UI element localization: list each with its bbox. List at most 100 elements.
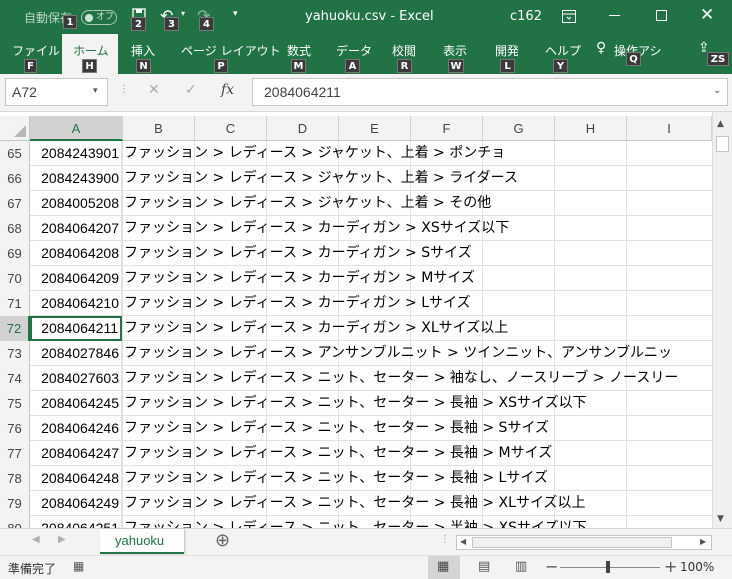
- undo-dropdown-icon[interactable]: ▾: [181, 9, 185, 18]
- cell-b[interactable]: ファッション > レディース > ジャケット、上着 > ライダース: [124, 166, 518, 191]
- cell-a[interactable]: 2084064247: [30, 441, 122, 466]
- row-header[interactable]: 78: [0, 466, 30, 491]
- column-header-A[interactable]: A: [30, 116, 123, 141]
- cell-a[interactable]: 2084064207: [30, 216, 122, 241]
- cell-a[interactable]: 2084064249: [30, 491, 122, 516]
- cell-a[interactable]: 2084064246: [30, 416, 122, 441]
- cancel-icon[interactable]: ✕: [148, 82, 160, 98]
- cell-b[interactable]: ファッション > レディース > ジャケット、上着 > その他: [124, 191, 491, 216]
- prev-sheet-icon[interactable]: ◀: [32, 534, 40, 545]
- insert-function-icon[interactable]: fx: [221, 82, 234, 98]
- cell-b[interactable]: ファッション > レディース > アンサンブルニット > ツインニット、アンサン…: [124, 341, 672, 366]
- cell-b[interactable]: ファッション > レディース > カーディガン > Mサイズ: [124, 266, 475, 291]
- row-header[interactable]: 65: [0, 141, 30, 166]
- row-header[interactable]: 69: [0, 241, 30, 266]
- cell-b[interactable]: ファッション > レディース > カーディガン > XLサイズ以上: [124, 316, 508, 341]
- cell-a[interactable]: 2084064211: [30, 316, 122, 341]
- row-header[interactable]: 67: [0, 191, 30, 216]
- tab-developer[interactable]: 開発 L: [488, 34, 530, 74]
- column-header-E[interactable]: E: [339, 116, 411, 141]
- tab-home[interactable]: ホーム H: [62, 34, 118, 74]
- minimize-icon[interactable]: [609, 15, 620, 16]
- scroll-right-icon[interactable]: ▶: [700, 537, 706, 546]
- cell-b[interactable]: ファッション > レディース > ニット、セーター > 長袖 > XSサイズ以下: [124, 391, 587, 416]
- cell-b[interactable]: ファッション > レディース > カーディガン > XSサイズ以下: [124, 216, 509, 241]
- column-header-D[interactable]: D: [267, 116, 339, 141]
- user-name[interactable]: c162: [510, 9, 542, 24]
- sheet-tab-yahuoku[interactable]: yahuoku: [100, 529, 184, 554]
- column-header-H[interactable]: H: [555, 116, 627, 141]
- tab-data[interactable]: データ A: [330, 34, 376, 74]
- cell-a[interactable]: 2084064209: [30, 266, 122, 291]
- row-header[interactable]: 80: [0, 516, 30, 528]
- column-header-I[interactable]: I: [627, 116, 712, 141]
- scroll-left-icon[interactable]: ◀: [460, 537, 466, 546]
- add-sheet-icon[interactable]: ⊕: [215, 530, 230, 551]
- name-box-dropdown-icon[interactable]: ▾: [93, 86, 98, 96]
- next-sheet-icon[interactable]: ▶: [58, 534, 66, 545]
- select-all-corner[interactable]: [0, 116, 30, 141]
- cell-a[interactable]: 2084064245: [30, 391, 122, 416]
- tab-formulas[interactable]: 数式 M: [280, 34, 322, 74]
- cell-b[interactable]: ファッション > レディース > カーディガン > Lサイズ: [124, 291, 471, 316]
- formula-input[interactable]: 2084064211 ⌄: [252, 78, 728, 106]
- cell-a[interactable]: 2084064251: [30, 516, 122, 528]
- cell-b[interactable]: ファッション > レディース > ジャケット、上着 > ポンチョ: [124, 141, 505, 166]
- tab-review[interactable]: 校閲 R: [385, 34, 427, 74]
- cell-a[interactable]: 2084243901: [30, 141, 122, 166]
- tab-view[interactable]: 表示 W: [437, 34, 479, 74]
- cell-a[interactable]: 2084243900: [30, 166, 122, 191]
- row-header[interactable]: 66: [0, 166, 30, 191]
- tab-file[interactable]: ファイル F: [0, 34, 60, 74]
- name-box[interactable]: A72 ▾: [5, 78, 108, 106]
- autosave-toggle[interactable]: オフ: [81, 10, 117, 25]
- cell-b[interactable]: ファッション > レディース > ニット、セーター > 半袖 > XSサイズ以下: [124, 516, 587, 528]
- column-header-B[interactable]: B: [123, 116, 195, 141]
- maximize-icon[interactable]: [656, 10, 667, 21]
- column-header-C[interactable]: C: [195, 116, 267, 141]
- row-header[interactable]: 75: [0, 391, 30, 416]
- zoom-slider-thumb[interactable]: [606, 561, 610, 573]
- zoom-in-icon[interactable]: +: [664, 557, 677, 576]
- vertical-scrollbar[interactable]: ▲ ▼: [712, 112, 732, 528]
- row-header[interactable]: 76: [0, 416, 30, 441]
- vertical-scroll-thumb[interactable]: [716, 136, 729, 152]
- row-header[interactable]: 68: [0, 216, 30, 241]
- cell-a[interactable]: 2084005208: [30, 191, 122, 216]
- tab-split-grip-icon[interactable]: ⋮: [440, 534, 450, 545]
- tell-me-box[interactable]: ♀ 操作アシ Q: [594, 34, 670, 74]
- column-header-G[interactable]: G: [483, 116, 555, 141]
- normal-view-button[interactable]: ▦: [428, 556, 460, 579]
- zoom-slider[interactable]: [560, 567, 660, 568]
- horizontal-scrollbar[interactable]: ◀ ▶: [456, 535, 712, 550]
- cell-b[interactable]: ファッション > レディース > ニット、セーター > 長袖 > XLサイズ以上: [124, 491, 586, 516]
- row-header[interactable]: 72: [0, 316, 30, 341]
- scroll-down-icon[interactable]: ▼: [717, 514, 724, 524]
- tab-page-layout[interactable]: ページ レイアウト P: [175, 34, 281, 74]
- expand-formula-icon[interactable]: ⌄: [713, 85, 721, 96]
- row-header[interactable]: 70: [0, 266, 30, 291]
- cell-b[interactable]: ファッション > レディース > ニット、セーター > 長袖 > Mサイズ: [124, 441, 552, 466]
- cell-a[interactable]: 2084064248: [30, 466, 122, 491]
- enter-icon[interactable]: ✓: [185, 82, 197, 98]
- row-header[interactable]: 71: [0, 291, 30, 316]
- zoom-level[interactable]: 100%: [680, 560, 714, 574]
- zoom-out-icon[interactable]: −: [545, 557, 558, 576]
- cell-a[interactable]: 2084027603: [30, 366, 122, 391]
- customize-toolbar-icon[interactable]: ▾: [233, 9, 238, 19]
- scroll-up-icon[interactable]: ▲: [717, 119, 724, 129]
- column-header-F[interactable]: F: [411, 116, 483, 141]
- cell-b[interactable]: ファッション > レディース > ニット、セーター > 長袖 > Lサイズ: [124, 466, 548, 491]
- tab-insert[interactable]: 挿入 N: [120, 34, 168, 74]
- cell-a[interactable]: 2084064208: [30, 241, 122, 266]
- cell-a[interactable]: 2084064210: [30, 291, 122, 316]
- page-layout-view-icon[interactable]: ▤: [478, 559, 490, 574]
- row-header[interactable]: 77: [0, 441, 30, 466]
- cell-a[interactable]: 2084027846: [30, 341, 122, 366]
- close-icon[interactable]: ✕: [700, 5, 714, 25]
- page-break-view-icon[interactable]: ▥: [515, 559, 527, 574]
- cell-b[interactable]: ファッション > レディース > ニット、セーター > 袖なし、ノースリーブ >…: [124, 366, 678, 391]
- cell-b[interactable]: ファッション > レディース > カーディガン > Sサイズ: [124, 241, 472, 266]
- cell-b[interactable]: ファッション > レディース > ニット、セーター > 長袖 > Sサイズ: [124, 416, 549, 441]
- row-header[interactable]: 74: [0, 366, 30, 391]
